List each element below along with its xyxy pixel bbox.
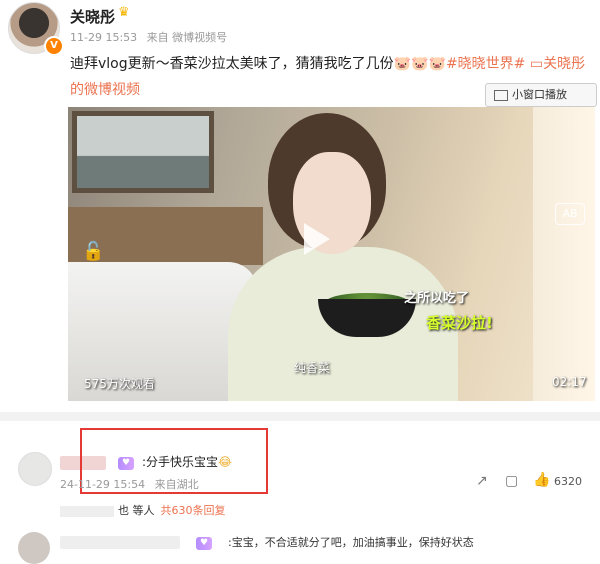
window-light <box>533 107 595 401</box>
mini-window-button[interactable]: 小窗口播放 <box>485 83 597 107</box>
verified-badge-icon: V <box>44 36 64 56</box>
pig-emoji-icon: 🐷🐷🐷 <box>393 56 446 72</box>
video-subtitle-1: 之所以吃了 <box>404 291 470 306</box>
video-player[interactable]: 🔓 AB 之所以吃了 香菜沙拉! 纯香菜 575万次观看 02:17 <box>68 107 595 401</box>
post-time: 11-29 15:53 <box>70 31 138 44</box>
comment-time: 24-11-29 15:54 <box>60 478 146 491</box>
video-caption: 纯香菜 <box>294 361 331 375</box>
reply-user-blurred <box>60 505 114 517</box>
post-meta: 11-29 15:53 来自 微博视频号 <box>70 29 233 45</box>
section-divider <box>0 412 600 421</box>
like-icon[interactable]: 👍 <box>533 472 550 488</box>
post-text-main: 迪拜vlog更新～香菜沙拉太美味了，猜猜我吃了几份 <box>70 56 394 72</box>
crown-icon: ♛ <box>118 5 130 20</box>
video-duration: 02:17 <box>552 375 587 389</box>
fan-level-badge: ♥ <box>196 537 213 550</box>
comment-meta: 24-11-29 15:54 来自湖北 <box>60 476 205 492</box>
comment-username-blurred[interactable] <box>60 536 180 549</box>
reply-summary[interactable]: 也 等人 共630条回复 <box>60 502 226 518</box>
share-icon[interactable]: ↗ <box>476 473 488 489</box>
reply-prefix: 也 等人 <box>118 504 155 517</box>
view-count: 575万次观看 <box>84 377 155 391</box>
hashtag-link[interactable]: #晓晓世界# <box>446 56 525 72</box>
comment-avatar[interactable] <box>18 532 50 564</box>
video-link-icon: ▭ <box>529 56 544 72</box>
video-subtitle-2: 香菜沙拉! <box>426 314 493 332</box>
wall-painting <box>72 111 214 193</box>
author-username[interactable]: 关晓彤 <box>70 6 115 27</box>
mini-window-icon <box>494 89 508 101</box>
view-replies-link[interactable]: 共630条回复 <box>161 504 226 517</box>
play-icon[interactable] <box>304 223 330 255</box>
unlock-icon[interactable]: 🔓 <box>82 241 104 262</box>
ab-loop-button[interactable]: AB <box>555 203 585 225</box>
comment-icon[interactable]: ▢ <box>505 473 518 489</box>
comment-location: 来自湖北 <box>154 478 199 491</box>
comment-avatar[interactable] <box>18 452 52 486</box>
post-source: 来自 微博视频号 <box>146 31 228 44</box>
mini-window-label: 小窗口播放 <box>512 88 567 101</box>
comment-text: :宝宝，不合适就分了吧，加油搞事业，保持好状态 <box>228 536 474 549</box>
like-count: 6320 <box>554 475 582 488</box>
